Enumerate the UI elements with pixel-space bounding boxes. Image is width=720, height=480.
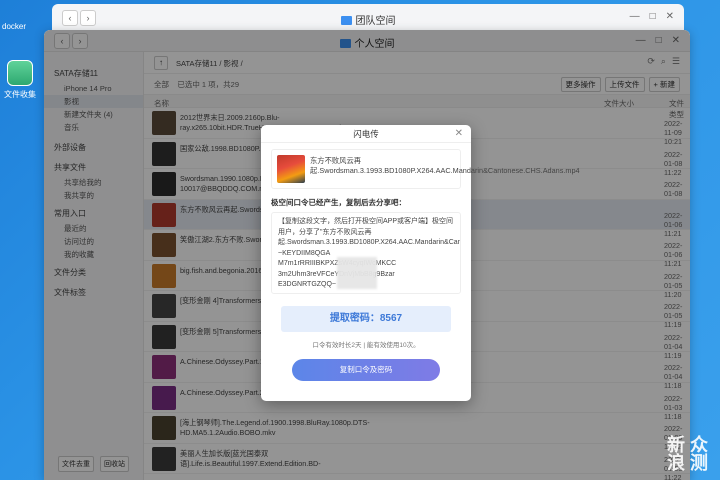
copy-code-button[interactable]: 复制口令及密码 (292, 359, 440, 381)
share-text-box[interactable]: 【复制这段文字，然后打开极空间APP或客户端】极空间用户，分享了"东方不败风云再… (271, 212, 461, 294)
file-thumbnail (277, 155, 305, 183)
minimize-button[interactable]: — (630, 11, 640, 22)
file-name: 东方不败风云再起.Swordsman.3.1993.BD1080P.X264.A… (310, 156, 580, 175)
modal-title: 闪电传 (353, 129, 379, 139)
share-modal: 闪电传 ✕ 东方不败风云再起.Swordsman.3.1993.BD1080P.… (261, 125, 580, 401)
back-window-title: 团队空间 (52, 12, 684, 27)
app-label: docker (2, 22, 27, 31)
watermark: 新 众 浪 测 (666, 435, 708, 473)
redaction-blur (337, 257, 377, 289)
modal-header: 闪电传 ✕ (261, 125, 471, 143)
file-collect-icon (7, 60, 33, 86)
app-label: 文件收集 (4, 90, 36, 99)
close-button[interactable]: ✕ (666, 11, 674, 22)
maximize-button[interactable]: □ (650, 11, 656, 22)
desktop-app-docker[interactable]: docker (0, 22, 40, 31)
file-preview: 东方不败风云再起.Swordsman.3.1993.BD1080P.X264.A… (271, 149, 580, 189)
password-display: 提取密码：8567 (281, 306, 451, 332)
share-heading: 极空间口令已经产生，复制后去分享吧： (271, 198, 406, 207)
desktop-app-file-collect[interactable]: 文件收集 (0, 60, 40, 100)
validity-note: 口令有效时长2天 | 能有效使用10次。 (312, 342, 420, 349)
close-icon[interactable]: ✕ (455, 125, 463, 143)
folder-icon (340, 16, 352, 25)
